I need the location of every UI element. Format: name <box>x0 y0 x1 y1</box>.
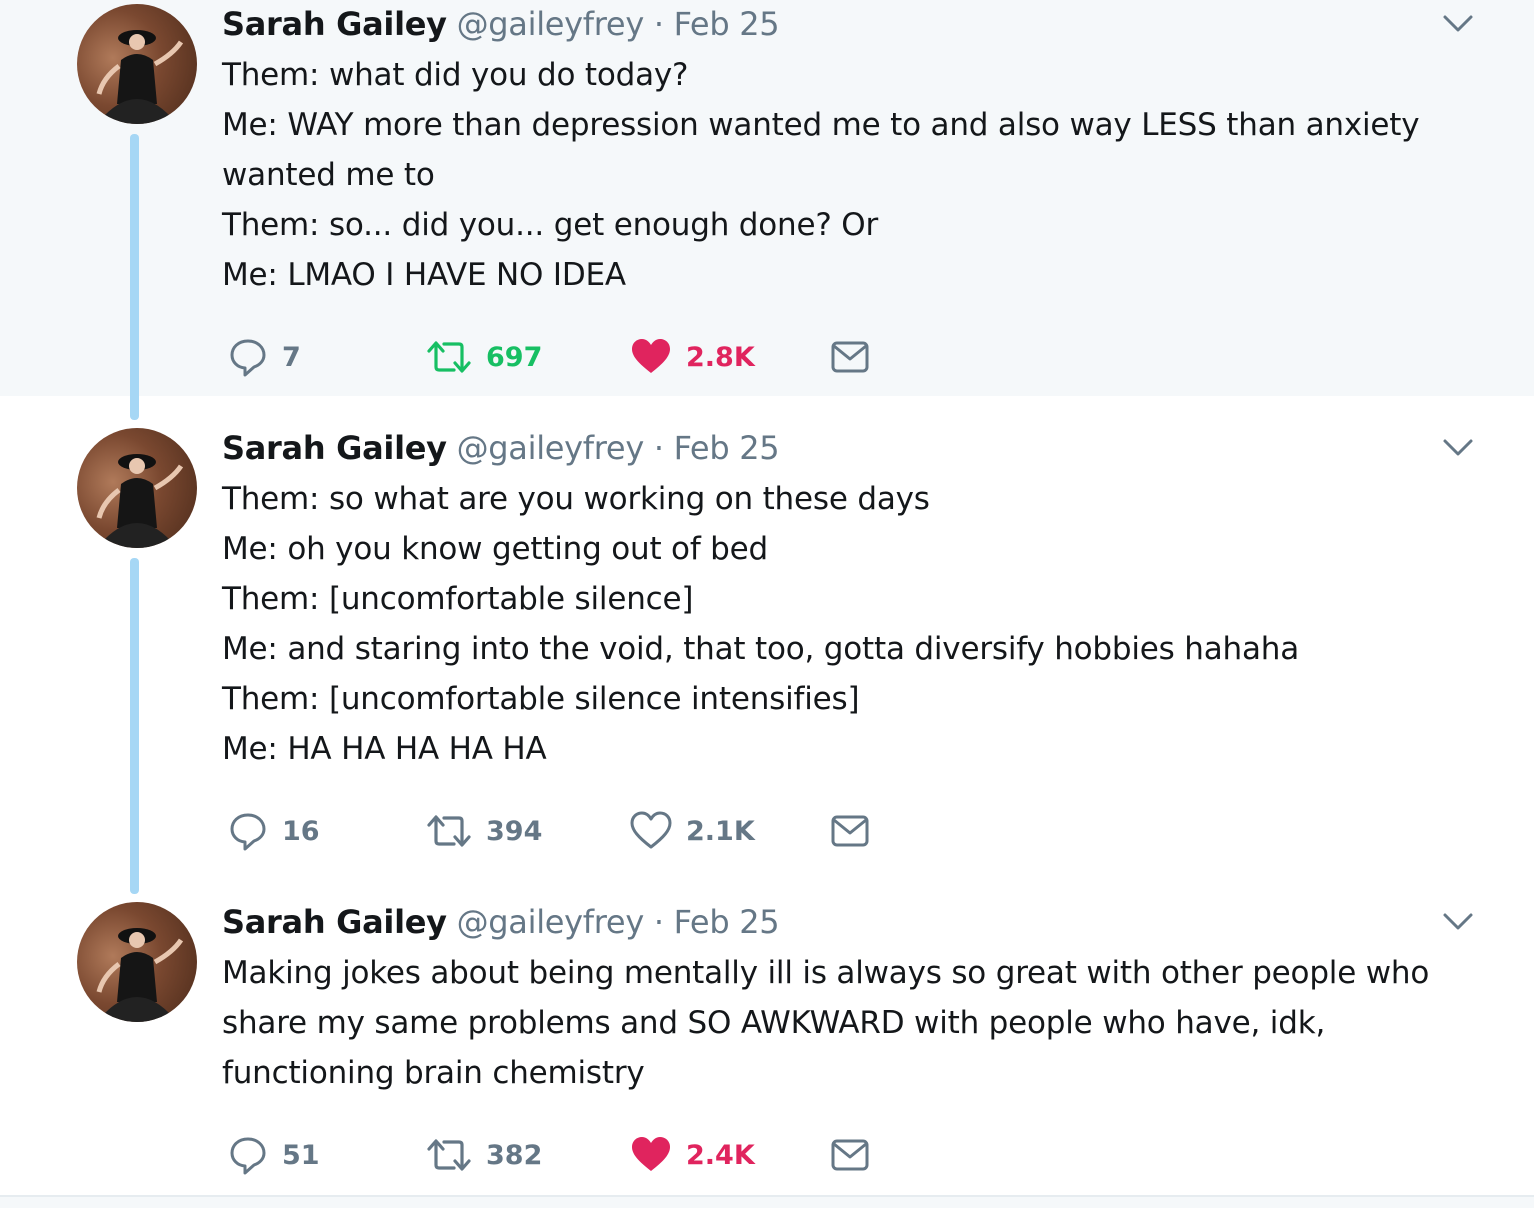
tweet-date[interactable]: Feb 25 <box>674 903 780 941</box>
author-handle[interactable]: @gaileyfrey <box>457 429 645 467</box>
avatar-image <box>96 454 184 548</box>
envelope-icon <box>831 341 869 373</box>
retweet-count: 382 <box>486 1139 543 1171</box>
text-line: Them: [uncomfortable silence] <box>222 581 694 617</box>
reply-count: 51 <box>282 1139 320 1171</box>
heart-outline-icon <box>630 811 672 849</box>
retweet-button[interactable]: 382 <box>426 1130 542 1180</box>
tweet-text: Making jokes about being mentally ill is… <box>222 948 1482 1098</box>
chevron-down-icon[interactable] <box>1440 8 1476 38</box>
reply-button[interactable]: 16 <box>228 806 320 856</box>
text-line: Them: so what are you working on these d… <box>222 481 930 517</box>
separator: · <box>653 903 664 941</box>
retweet-count: 697 <box>486 341 543 373</box>
text-line: Them: [uncomfortable silence intensifies… <box>222 681 860 717</box>
retweet-button[interactable]: 394 <box>426 806 542 856</box>
like-button[interactable]: 2.4K <box>630 1130 755 1180</box>
like-button[interactable]: 2.8K <box>630 332 755 382</box>
heart-icon <box>632 1137 670 1171</box>
avatar[interactable] <box>77 4 197 124</box>
tweet-text: Them: what did you do today? Me: WAY mor… <box>222 50 1482 300</box>
timeline-footer <box>0 1197 1534 1208</box>
author-handle[interactable]: @gaileyfrey <box>457 5 645 43</box>
retweet-icon <box>427 815 471 847</box>
thread-connector <box>130 558 139 894</box>
avatar[interactable] <box>77 428 197 548</box>
tweet-actions: 51 382 2.4K <box>222 1130 922 1180</box>
reply-button[interactable]: 7 <box>228 332 301 382</box>
avatar-image <box>96 30 184 124</box>
text-line: Me: WAY more than depression wanted me t… <box>222 107 1420 143</box>
text-line: Making jokes about being mentally ill is… <box>222 955 1430 991</box>
like-count: 2.8K <box>686 341 755 373</box>
tweet-header: Sarah Gailey @gaileyfrey · Feb 25 <box>222 900 780 944</box>
tweet-date[interactable]: Feb 25 <box>674 429 780 467</box>
heart-icon <box>632 339 670 373</box>
text-line: functioning brain chemistry <box>222 1055 645 1091</box>
like-button[interactable]: 2.1K <box>630 806 755 856</box>
reply-icon <box>230 813 266 851</box>
text-line: Me: LMAO I HAVE NO IDEA <box>222 257 626 293</box>
chevron-down-icon[interactable] <box>1440 906 1476 936</box>
reply-button[interactable]: 51 <box>228 1130 320 1180</box>
avatar[interactable] <box>77 902 197 1022</box>
text-line: Me: and staring into the void, that too,… <box>222 631 1299 667</box>
author-name[interactable]: Sarah Gailey <box>222 903 447 941</box>
reply-icon <box>230 339 266 377</box>
author-name[interactable]: Sarah Gailey <box>222 5 447 43</box>
text-line: wanted me to <box>222 157 435 193</box>
thread-connector <box>130 134 139 420</box>
text-line: Them: what did you do today? <box>222 57 689 93</box>
text-line: Me: HA HA HA HA HA <box>222 731 547 767</box>
direct-message-button[interactable] <box>830 806 870 856</box>
chevron-down-icon[interactable] <box>1440 432 1476 462</box>
separator: · <box>653 5 664 43</box>
envelope-icon <box>831 1139 869 1171</box>
retweet-button[interactable]: 697 <box>426 332 542 382</box>
like-count: 2.4K <box>686 1139 755 1171</box>
text-line: share my same problems and SO AWKWARD wi… <box>222 1005 1326 1041</box>
avatar-image <box>96 928 184 1022</box>
envelope-icon <box>831 815 869 847</box>
text-line: Me: oh you know getting out of bed <box>222 531 769 567</box>
reply-icon <box>230 1137 266 1175</box>
tweet-actions: 16 394 2.1K <box>222 806 922 856</box>
tweet-date[interactable]: Feb 25 <box>674 5 780 43</box>
tweet-text: Them: so what are you working on these d… <box>222 474 1482 774</box>
retweet-icon <box>427 341 471 373</box>
tweet-header: Sarah Gailey @gaileyfrey · Feb 25 <box>222 2 780 46</box>
retweet-count: 394 <box>486 815 543 847</box>
direct-message-button[interactable] <box>830 332 870 382</box>
author-name[interactable]: Sarah Gailey <box>222 429 447 467</box>
tweet-header: Sarah Gailey @gaileyfrey · Feb 25 <box>222 426 780 470</box>
text-line: Them: so... did you... get enough done? … <box>222 207 879 243</box>
tweet-actions: 7 697 2.8K <box>222 332 922 382</box>
direct-message-button[interactable] <box>830 1130 870 1180</box>
separator: · <box>653 429 664 467</box>
like-count: 2.1K <box>686 815 755 847</box>
reply-count: 7 <box>282 341 301 373</box>
retweet-icon <box>427 1139 471 1171</box>
reply-count: 16 <box>282 815 320 847</box>
author-handle[interactable]: @gaileyfrey <box>457 903 645 941</box>
